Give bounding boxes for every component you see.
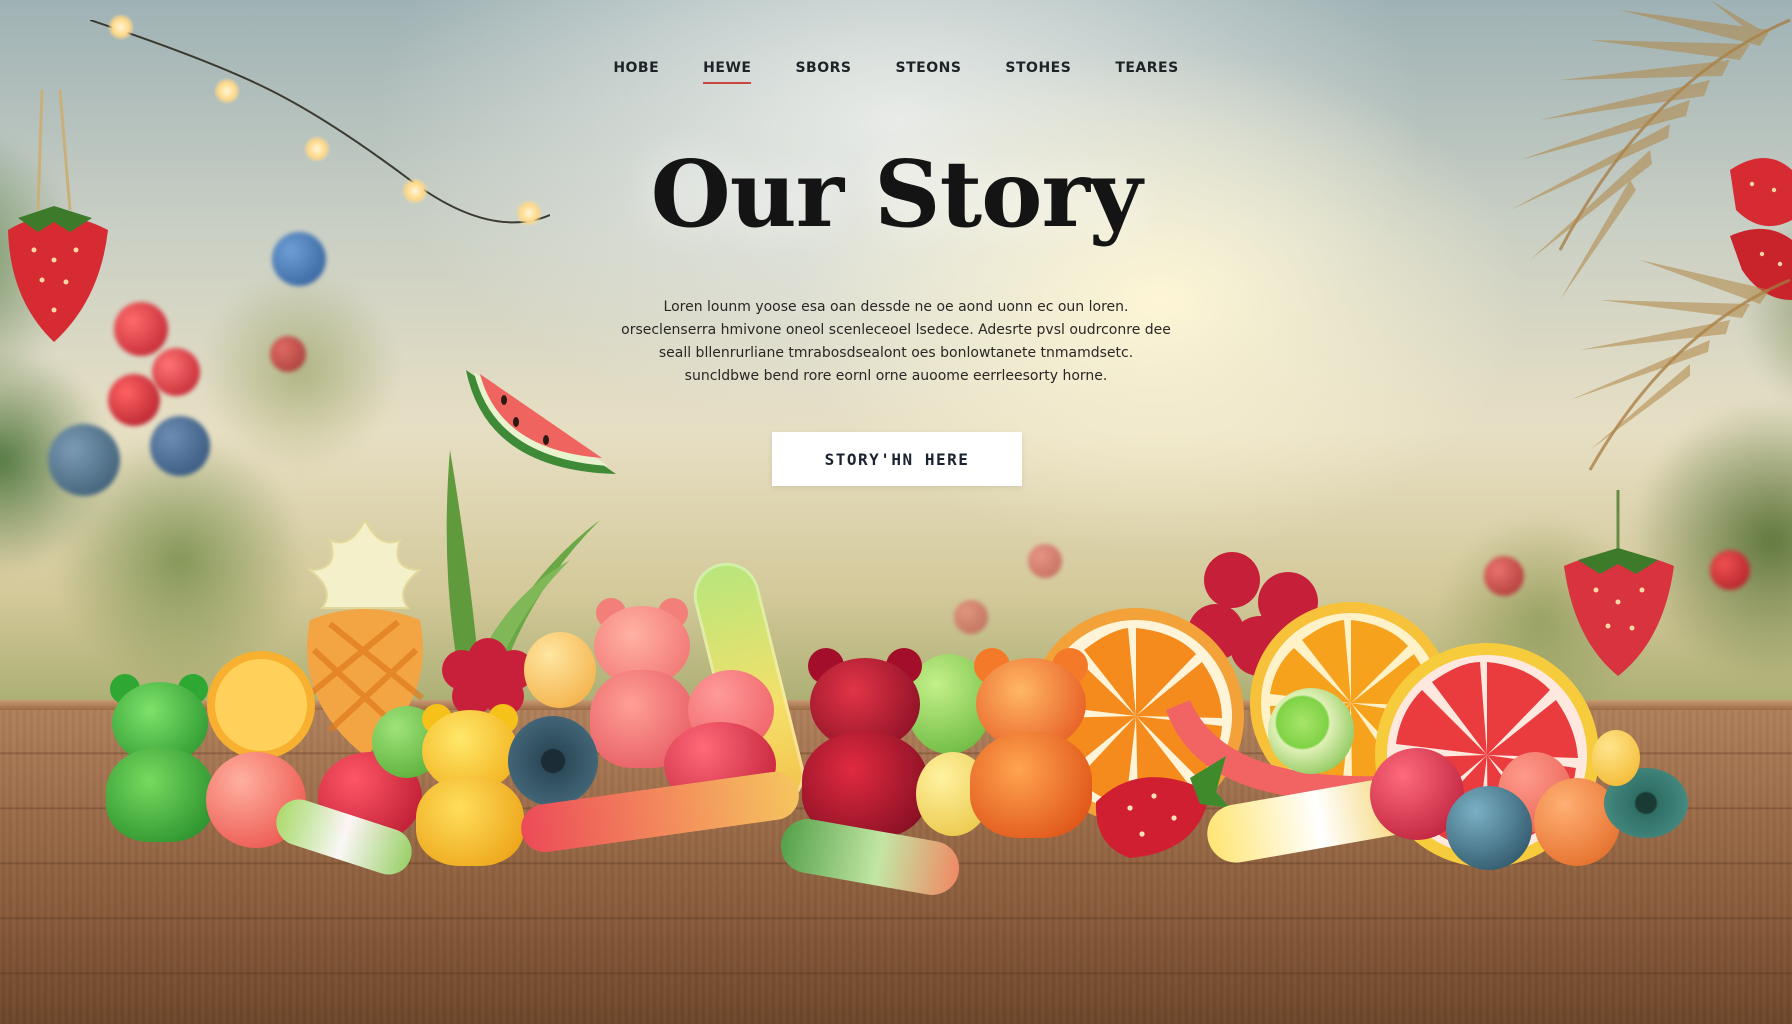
gummy-drop	[1268, 688, 1354, 774]
gummy-bear-icon	[968, 648, 1094, 838]
gummy-bear-icon	[414, 704, 526, 866]
gummy-ring	[508, 716, 598, 806]
nav-item-stohes[interactable]: STOHES	[1005, 60, 1071, 84]
nav-item-hobe[interactable]: HOBE	[613, 60, 659, 84]
top-navigation: HOBE HEWE SBORS STEONS STOHES TEARES	[0, 60, 1792, 84]
nav-item-sbors[interactable]: SBORS	[795, 60, 851, 84]
nav-item-steons[interactable]: STEONS	[896, 60, 962, 84]
page-title: Our Story	[650, 140, 1143, 248]
gummy-drop	[1592, 730, 1640, 786]
nav-item-hewe[interactable]: HEWE	[703, 60, 752, 84]
blueberry-gummy	[1446, 786, 1532, 870]
gummy-bear-icon	[104, 674, 216, 842]
hero-paragraph: Loren lounm yoose esa oan dessde ne oe a…	[621, 299, 1171, 384]
story-cta-button[interactable]: STORY'HN HERE	[772, 432, 1022, 486]
nav-item-teares[interactable]: TEARES	[1115, 60, 1178, 84]
citrus-slice-icon	[207, 651, 315, 759]
gummy-bear-icon	[800, 648, 930, 838]
